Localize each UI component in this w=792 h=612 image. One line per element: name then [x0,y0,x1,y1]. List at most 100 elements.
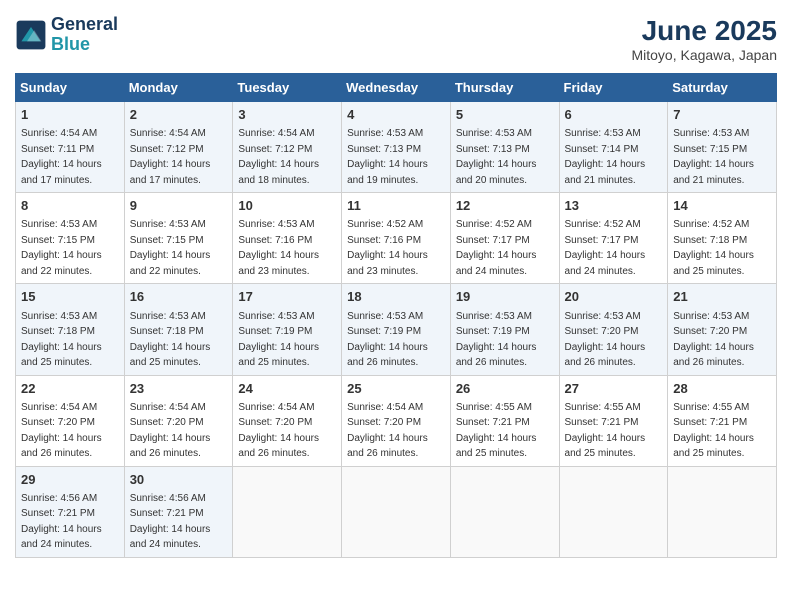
day-info: Sunrise: 4:53 AMSunset: 7:19 PMDaylight:… [347,311,428,369]
col-header-monday: Monday [124,74,233,102]
day-number: 7 [673,106,771,124]
day-info: Sunrise: 4:54 AMSunset: 7:11 PMDaylight:… [21,128,102,186]
day-number: 17 [238,288,336,306]
day-info: Sunrise: 4:55 AMSunset: 7:21 PMDaylight:… [565,402,646,460]
logo-text: General Blue [51,15,118,55]
day-cell-25: 25 Sunrise: 4:54 AMSunset: 7:20 PMDaylig… [342,375,451,466]
day-info: Sunrise: 4:53 AMSunset: 7:20 PMDaylight:… [673,311,754,369]
col-header-sunday: Sunday [16,74,125,102]
day-number: 4 [347,106,445,124]
day-cell-6: 6 Sunrise: 4:53 AMSunset: 7:14 PMDayligh… [559,102,668,193]
day-number: 24 [238,380,336,398]
day-number: 5 [456,106,554,124]
day-number: 16 [130,288,228,306]
day-cell-14: 14 Sunrise: 4:52 AMSunset: 7:18 PMDaylig… [668,193,777,284]
day-info: Sunrise: 4:53 AMSunset: 7:15 PMDaylight:… [673,128,754,186]
calendar-header-row: SundayMondayTuesdayWednesdayThursdayFrid… [16,74,777,102]
day-info: Sunrise: 4:53 AMSunset: 7:19 PMDaylight:… [456,311,537,369]
day-info: Sunrise: 4:52 AMSunset: 7:17 PMDaylight:… [456,219,537,277]
day-info: Sunrise: 4:56 AMSunset: 7:21 PMDaylight:… [130,493,211,551]
day-cell-12: 12 Sunrise: 4:52 AMSunset: 7:17 PMDaylig… [450,193,559,284]
day-number: 13 [565,197,663,215]
day-info: Sunrise: 4:54 AMSunset: 7:12 PMDaylight:… [130,128,211,186]
day-number: 18 [347,288,445,306]
day-info: Sunrise: 4:52 AMSunset: 7:17 PMDaylight:… [565,219,646,277]
day-number: 20 [565,288,663,306]
day-number: 28 [673,380,771,398]
day-info: Sunrise: 4:55 AMSunset: 7:21 PMDaylight:… [673,402,754,460]
col-header-tuesday: Tuesday [233,74,342,102]
day-cell-17: 17 Sunrise: 4:53 AMSunset: 7:19 PMDaylig… [233,284,342,375]
day-cell-10: 10 Sunrise: 4:53 AMSunset: 7:16 PMDaylig… [233,193,342,284]
day-cell-9: 9 Sunrise: 4:53 AMSunset: 7:15 PMDayligh… [124,193,233,284]
day-number: 6 [565,106,663,124]
week-row-5: 29 Sunrise: 4:56 AMSunset: 7:21 PMDaylig… [16,466,777,557]
day-cell-30: 30 Sunrise: 4:56 AMSunset: 7:21 PMDaylig… [124,466,233,557]
day-info: Sunrise: 4:55 AMSunset: 7:21 PMDaylight:… [456,402,537,460]
day-info: Sunrise: 4:53 AMSunset: 7:13 PMDaylight:… [347,128,428,186]
day-cell-29: 29 Sunrise: 4:56 AMSunset: 7:21 PMDaylig… [16,466,125,557]
day-cell-22: 22 Sunrise: 4:54 AMSunset: 7:20 PMDaylig… [16,375,125,466]
day-info: Sunrise: 4:53 AMSunset: 7:15 PMDaylight:… [21,219,102,277]
day-info: Sunrise: 4:54 AMSunset: 7:20 PMDaylight:… [21,402,102,460]
day-info: Sunrise: 4:56 AMSunset: 7:21 PMDaylight:… [21,493,102,551]
day-info: Sunrise: 4:54 AMSunset: 7:20 PMDaylight:… [130,402,211,460]
day-info: Sunrise: 4:53 AMSunset: 7:20 PMDaylight:… [565,311,646,369]
day-cell-4: 4 Sunrise: 4:53 AMSunset: 7:13 PMDayligh… [342,102,451,193]
day-cell-5: 5 Sunrise: 4:53 AMSunset: 7:13 PMDayligh… [450,102,559,193]
month-title: June 2025 [631,15,777,47]
logo-icon [15,19,47,51]
day-number: 14 [673,197,771,215]
col-header-friday: Friday [559,74,668,102]
day-number: 10 [238,197,336,215]
day-number: 19 [456,288,554,306]
day-cell-23: 23 Sunrise: 4:54 AMSunset: 7:20 PMDaylig… [124,375,233,466]
page-header: General Blue June 2025 Mitoyo, Kagawa, J… [15,15,777,63]
day-info: Sunrise: 4:52 AMSunset: 7:18 PMDaylight:… [673,219,754,277]
day-cell-8: 8 Sunrise: 4:53 AMSunset: 7:15 PMDayligh… [16,193,125,284]
day-info: Sunrise: 4:53 AMSunset: 7:18 PMDaylight:… [130,311,211,369]
day-cell-2: 2 Sunrise: 4:54 AMSunset: 7:12 PMDayligh… [124,102,233,193]
day-number: 25 [347,380,445,398]
calendar-table: SundayMondayTuesdayWednesdayThursdayFrid… [15,73,777,558]
col-header-saturday: Saturday [668,74,777,102]
day-cell-11: 11 Sunrise: 4:52 AMSunset: 7:16 PMDaylig… [342,193,451,284]
day-info: Sunrise: 4:52 AMSunset: 7:16 PMDaylight:… [347,219,428,277]
day-number: 30 [130,471,228,489]
day-cell-13: 13 Sunrise: 4:52 AMSunset: 7:17 PMDaylig… [559,193,668,284]
day-cell-16: 16 Sunrise: 4:53 AMSunset: 7:18 PMDaylig… [124,284,233,375]
day-cell-28: 28 Sunrise: 4:55 AMSunset: 7:21 PMDaylig… [668,375,777,466]
empty-cell [559,466,668,557]
week-row-1: 1 Sunrise: 4:54 AMSunset: 7:11 PMDayligh… [16,102,777,193]
day-number: 23 [130,380,228,398]
day-info: Sunrise: 4:53 AMSunset: 7:15 PMDaylight:… [130,219,211,277]
day-cell-20: 20 Sunrise: 4:53 AMSunset: 7:20 PMDaylig… [559,284,668,375]
day-number: 2 [130,106,228,124]
day-cell-27: 27 Sunrise: 4:55 AMSunset: 7:21 PMDaylig… [559,375,668,466]
day-number: 27 [565,380,663,398]
day-info: Sunrise: 4:53 AMSunset: 7:18 PMDaylight:… [21,311,102,369]
day-number: 26 [456,380,554,398]
empty-cell [233,466,342,557]
day-number: 15 [21,288,119,306]
day-info: Sunrise: 4:53 AMSunset: 7:16 PMDaylight:… [238,219,319,277]
day-info: Sunrise: 4:53 AMSunset: 7:13 PMDaylight:… [456,128,537,186]
day-cell-3: 3 Sunrise: 4:54 AMSunset: 7:12 PMDayligh… [233,102,342,193]
empty-cell [450,466,559,557]
col-header-thursday: Thursday [450,74,559,102]
day-info: Sunrise: 4:53 AMSunset: 7:14 PMDaylight:… [565,128,646,186]
day-info: Sunrise: 4:54 AMSunset: 7:12 PMDaylight:… [238,128,319,186]
day-cell-19: 19 Sunrise: 4:53 AMSunset: 7:19 PMDaylig… [450,284,559,375]
empty-cell [668,466,777,557]
empty-cell [342,466,451,557]
day-cell-18: 18 Sunrise: 4:53 AMSunset: 7:19 PMDaylig… [342,284,451,375]
logo: General Blue [15,15,118,55]
day-number: 3 [238,106,336,124]
day-number: 12 [456,197,554,215]
day-cell-15: 15 Sunrise: 4:53 AMSunset: 7:18 PMDaylig… [16,284,125,375]
day-info: Sunrise: 4:54 AMSunset: 7:20 PMDaylight:… [347,402,428,460]
day-number: 8 [21,197,119,215]
location: Mitoyo, Kagawa, Japan [631,47,777,63]
title-block: June 2025 Mitoyo, Kagawa, Japan [631,15,777,63]
day-cell-26: 26 Sunrise: 4:55 AMSunset: 7:21 PMDaylig… [450,375,559,466]
